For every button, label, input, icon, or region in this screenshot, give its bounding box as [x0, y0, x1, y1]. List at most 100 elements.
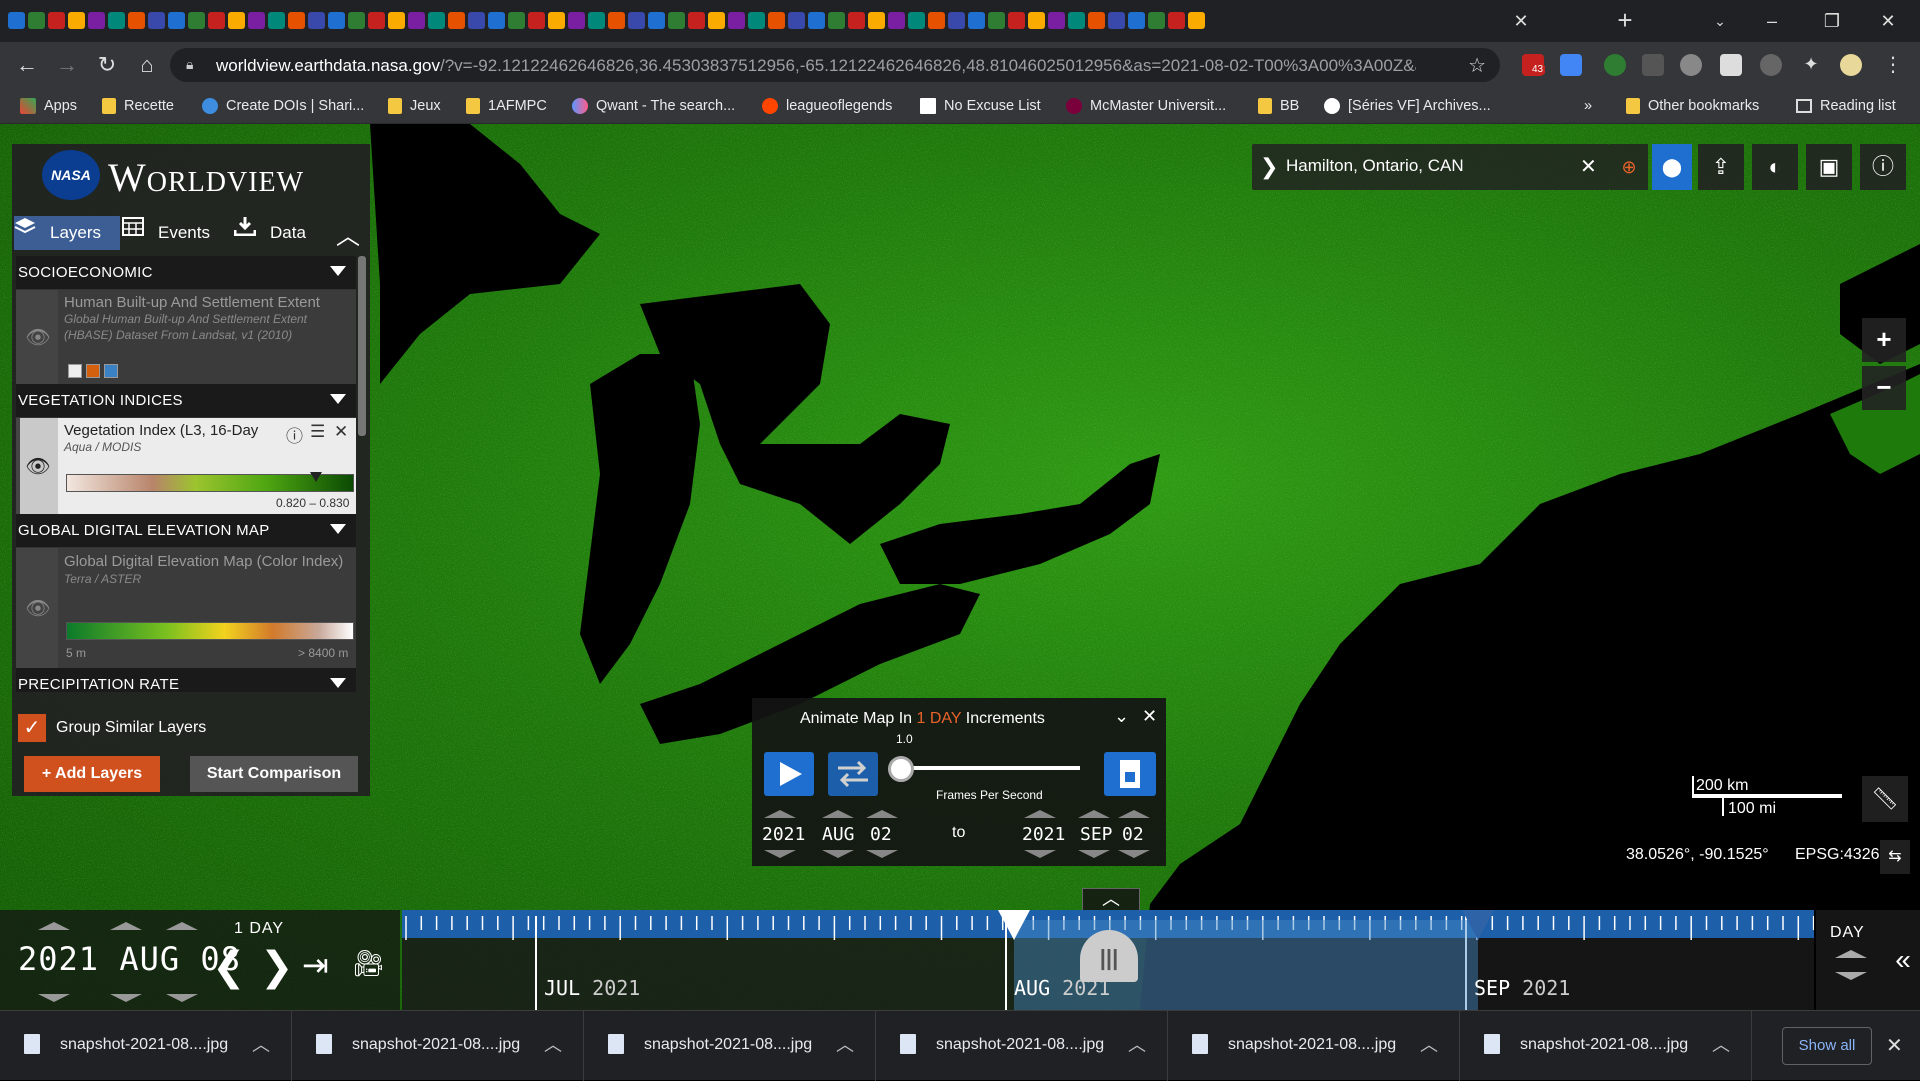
bookmark-create-dois[interactable]: Create DOIs | Shari... [202, 96, 364, 116]
minimize-button[interactable]: – [1752, 8, 1792, 34]
download-item[interactable]: snapshot-2021-08....jpg ︿ [1460, 1011, 1752, 1081]
start-day-up[interactable] [866, 810, 898, 818]
info-menu-icon[interactable]: ⓘ [1860, 144, 1906, 190]
tab-favicon[interactable] [1188, 12, 1205, 29]
reload-button[interactable]: ↻ [92, 50, 122, 80]
end-day-down[interactable] [1118, 850, 1150, 858]
start-comparison-button[interactable]: Start Comparison [190, 756, 358, 792]
hidden-eye-icon[interactable]: 👁︎ [20, 548, 56, 668]
layer-hbase[interactable]: 👁︎ Human Built-up And Settlement Extent … [16, 290, 356, 384]
extension-icon[interactable] [1604, 54, 1626, 76]
extension-icon[interactable] [1680, 54, 1702, 76]
show-all-downloads-button[interactable]: Show all [1782, 1027, 1872, 1065]
tab-favicon[interactable] [808, 12, 825, 29]
timeline-axis[interactable]: ︿ ||| JUL 2021 AUG 2021 SEP 2021 [402, 888, 1814, 1010]
layer-list-scrollbar[interactable] [358, 256, 366, 436]
more-bookmarks-chevron[interactable]: » [1584, 96, 1592, 116]
projection-globe-icon[interactable]: ◐ [1752, 144, 1798, 190]
category-precipitation[interactable]: PRECIPITATION RATE [16, 668, 356, 692]
chevron-up-icon[interactable]: ︿ [252, 1031, 270, 1057]
tab-favicon[interactable] [508, 12, 525, 29]
play-button[interactable] [764, 752, 814, 796]
start-month[interactable]: AUG [822, 824, 855, 845]
end-day-up[interactable] [1118, 810, 1150, 818]
new-tab-button[interactable]: + [1610, 6, 1640, 36]
category-vegetation-indices[interactable]: VEGETATION INDICES [16, 384, 356, 418]
bookmark-apps[interactable]: Apps [20, 96, 77, 116]
location-search[interactable]: ❯ Hamilton, Ontario, CAN ✕ [1252, 144, 1610, 190]
tab-favicon[interactable] [8, 12, 25, 29]
tab-favicon[interactable] [628, 12, 645, 29]
tab-favicon[interactable] [248, 12, 265, 29]
tab-favicon[interactable] [88, 12, 105, 29]
tab-favicon[interactable] [148, 12, 165, 29]
chevron-up-icon[interactable]: ︿ [544, 1031, 562, 1057]
home-button[interactable]: ⌂ [132, 50, 162, 80]
tab-favicon[interactable] [1028, 12, 1045, 29]
bookmark-jeux[interactable]: Jeux [388, 96, 441, 116]
step-increment[interactable]: 1 DAY [234, 920, 284, 938]
tab-data[interactable]: Data [234, 216, 314, 250]
tab-favicon[interactable] [728, 12, 745, 29]
chevron-up-icon[interactable]: ︿ [836, 1031, 854, 1057]
bookmark-recette[interactable]: Recette [102, 96, 174, 116]
clear-location-icon[interactable]: ✕ [1580, 154, 1597, 179]
remove-layer-icon[interactable]: ✕ [334, 422, 348, 442]
category-elevation[interactable]: GLOBAL DIGITAL ELEVATION MAP [16, 514, 356, 548]
bookmark-no-excuse-list[interactable]: No Excuse List [920, 96, 1041, 116]
tab-favicon[interactable] [828, 12, 845, 29]
profile-avatar[interactable] [1840, 54, 1862, 76]
add-layers-button[interactable]: + Add Layers [24, 756, 160, 792]
zoom-to-location-icon[interactable]: ⊕ [1610, 144, 1648, 190]
tab-layers[interactable]: Layers [14, 216, 120, 250]
tab-favicon[interactable] [988, 12, 1005, 29]
tab-favicon[interactable] [608, 12, 625, 29]
current-date[interactable]: 2021 AUG 08 [18, 940, 241, 978]
tab-favicon[interactable] [188, 12, 205, 29]
extension-icon[interactable] [1720, 54, 1742, 76]
tab-favicon[interactable] [748, 12, 765, 29]
zoom-out-timeline[interactable] [1835, 972, 1867, 980]
share-icon[interactable]: ⇪ [1698, 144, 1744, 190]
chevron-down-icon[interactable] [330, 678, 346, 688]
fps-slider-track[interactable] [900, 766, 1080, 770]
tab-favicon[interactable] [1048, 12, 1065, 29]
animation-video-icon[interactable]: 🎥︎ [352, 948, 385, 979]
layer-dem[interactable]: 👁︎ Global Digital Elevation Map (Color I… [16, 548, 356, 668]
increment-unit[interactable]: DAY [930, 710, 961, 727]
tab-favicon[interactable] [328, 12, 345, 29]
zoom-out-button[interactable]: − [1862, 366, 1906, 410]
location-pin-icon[interactable]: ⬤ [1652, 144, 1692, 190]
bookmark-series-vf[interactable]: [Séries VF] Archives... [1324, 96, 1491, 116]
tab-favicon[interactable] [568, 12, 585, 29]
timeline-expand-icon[interactable]: ︿ [1082, 888, 1140, 910]
close-tab-icon[interactable]: ✕ [1508, 8, 1534, 34]
close-animation-icon[interactable]: ✕ [1142, 706, 1157, 727]
collapse-sidebar-icon[interactable]: ︿ [336, 216, 360, 251]
lock-icon[interactable]: 🔒︎ [186, 56, 200, 72]
start-year[interactable]: 2021 [762, 824, 805, 845]
tab-favicon[interactable] [888, 12, 905, 29]
download-item[interactable]: snapshot-2021-08....jpg ︿ [876, 1011, 1168, 1081]
save-gif-button[interactable] [1104, 752, 1156, 796]
fps-slider-knob[interactable] [888, 756, 914, 782]
tab-favicon[interactable] [128, 12, 145, 29]
zoom-in-timeline[interactable] [1835, 950, 1867, 958]
tab-favicon[interactable] [648, 12, 665, 29]
tab-favicon[interactable] [708, 12, 725, 29]
year-up-arrow[interactable] [38, 922, 70, 930]
start-year-up[interactable] [764, 810, 796, 818]
start-day-down[interactable] [866, 850, 898, 858]
tab-favicon[interactable] [968, 12, 985, 29]
layer-options-icon[interactable]: ☰ [310, 422, 325, 442]
download-item[interactable]: snapshot-2021-08....jpg ︿ [0, 1011, 292, 1081]
tab-favicon[interactable] [28, 12, 45, 29]
tab-favicon[interactable] [948, 12, 965, 29]
start-year-down[interactable] [764, 850, 796, 858]
loop-button[interactable] [828, 752, 878, 796]
close-window-button[interactable]: ✕ [1868, 8, 1908, 34]
translate-extension-icon[interactable] [1560, 54, 1582, 76]
browser-menu-icon[interactable]: ⋮ [1882, 54, 1904, 76]
bookmark-leagueoflegends[interactable]: leagueoflegends [762, 96, 892, 116]
tab-favicon[interactable] [788, 12, 805, 29]
